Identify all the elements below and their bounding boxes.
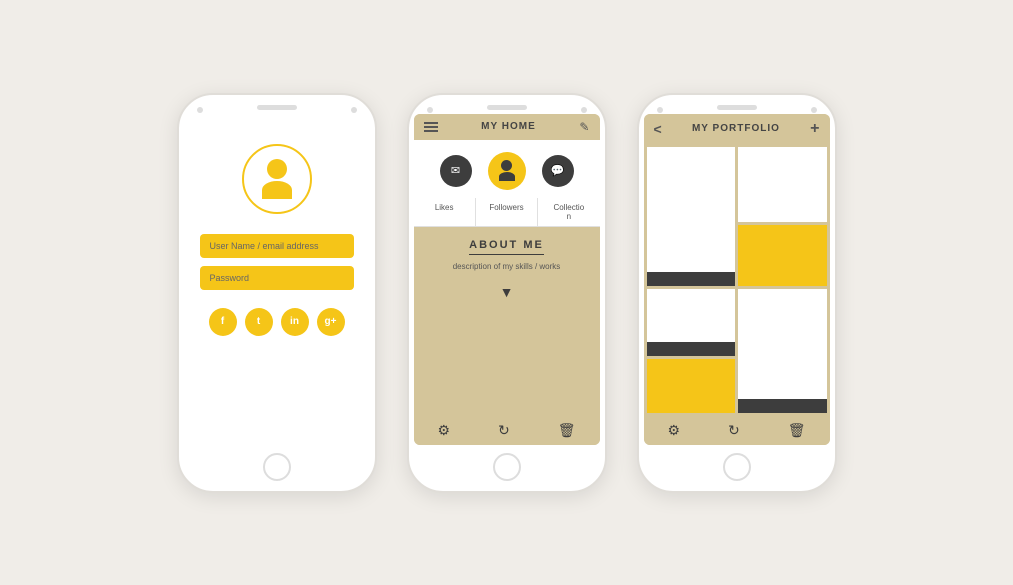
home-button-2[interactable] bbox=[493, 453, 521, 481]
portfolio-grid bbox=[644, 144, 830, 416]
phone-bottom-bar-2 bbox=[409, 445, 605, 491]
twitter-button[interactable]: t bbox=[245, 308, 273, 336]
about-title: ABOUT ME bbox=[469, 239, 544, 255]
add-button[interactable]: + bbox=[810, 120, 819, 138]
tabs-row: Likes Followers Collection bbox=[414, 198, 600, 227]
grid-item-4 bbox=[738, 289, 827, 413]
trash-icon[interactable]: 🗑 bbox=[558, 422, 576, 439]
grid-label-1 bbox=[647, 272, 736, 286]
about-desc: description of my skills / works bbox=[453, 261, 561, 272]
profile-section: ✉ 💬 bbox=[414, 140, 600, 198]
phone-speaker-2 bbox=[487, 105, 527, 110]
avatar-circle bbox=[242, 144, 312, 214]
avatar-person bbox=[262, 159, 292, 199]
hamburger-line bbox=[424, 130, 438, 132]
phone-home: MY HOME ✎ ✉ 💬 Likes Followers bbox=[407, 93, 607, 493]
phone-portfolio: < MY PORTFOLIO + bbox=[637, 93, 837, 493]
portfolio-header: < MY PORTFOLIO + bbox=[644, 114, 830, 144]
profile-head bbox=[501, 160, 512, 171]
hamburger-icon[interactable] bbox=[424, 122, 438, 132]
portfolio-refresh-icon[interactable]: ↻ bbox=[728, 422, 740, 439]
hamburger-line bbox=[424, 122, 438, 124]
grid-item-yellow-2 bbox=[647, 359, 736, 413]
username-input[interactable] bbox=[200, 234, 354, 258]
phone-dot-2 bbox=[427, 107, 433, 113]
portfolio-settings-icon[interactable]: ⚙ bbox=[667, 422, 680, 439]
grid-item-yellow-1 bbox=[738, 225, 827, 286]
phone-speaker-3 bbox=[717, 105, 757, 110]
profile-center-inner bbox=[499, 160, 515, 181]
social-icons-row: f t in g+ bbox=[209, 308, 345, 336]
profile-body bbox=[499, 172, 515, 181]
avatar-body bbox=[262, 181, 292, 199]
phone-camera bbox=[351, 107, 357, 113]
home-screen: MY HOME ✎ ✉ 💬 Likes Followers bbox=[414, 114, 600, 445]
message-button[interactable]: 💬 bbox=[542, 155, 574, 187]
facebook-button[interactable]: f bbox=[209, 308, 237, 336]
portfolio-title: MY PORTFOLIO bbox=[692, 123, 780, 134]
home-button-1[interactable] bbox=[263, 453, 291, 481]
phone-login: f t in g+ bbox=[177, 93, 377, 493]
tab-likes[interactable]: Likes bbox=[414, 198, 476, 226]
phone-camera-3 bbox=[811, 107, 817, 113]
settings-icon[interactable]: ⚙ bbox=[437, 422, 450, 439]
hamburger-line bbox=[424, 126, 438, 128]
back-button[interactable]: < bbox=[654, 121, 662, 137]
tab-collection[interactable]: Collection bbox=[538, 198, 599, 226]
phone-camera-2 bbox=[581, 107, 587, 113]
mail-button[interactable]: ✉ bbox=[440, 155, 472, 187]
portfolio-screen: < MY PORTFOLIO + bbox=[644, 114, 830, 445]
password-input[interactable] bbox=[200, 266, 354, 290]
grid-label-3 bbox=[647, 342, 736, 356]
phone-dot-3 bbox=[657, 107, 663, 113]
home-title: MY HOME bbox=[481, 121, 536, 132]
portfolio-bottom-toolbar: ⚙ ↻ 🗑 bbox=[644, 416, 830, 445]
phones-container: f t in g+ MY HOME ✎ bbox=[157, 73, 857, 513]
home-button-3[interactable] bbox=[723, 453, 751, 481]
grid-label-4 bbox=[738, 399, 827, 413]
phone-top-bar bbox=[179, 95, 375, 114]
phone-bottom-bar-3 bbox=[639, 445, 835, 491]
down-arrow-icon: ▼ bbox=[500, 284, 514, 300]
grid-item-3 bbox=[647, 289, 736, 357]
google-button[interactable]: g+ bbox=[317, 308, 345, 336]
profile-center-button[interactable] bbox=[488, 152, 526, 190]
portfolio-trash-icon[interactable]: 🗑 bbox=[788, 422, 806, 439]
phone-dot bbox=[197, 107, 203, 113]
phone-bottom-bar-1 bbox=[179, 445, 375, 491]
grid-item-2 bbox=[738, 147, 827, 222]
refresh-icon[interactable]: ↻ bbox=[498, 422, 510, 439]
about-section: ABOUT ME description of my skills / work… bbox=[414, 227, 600, 416]
edit-icon[interactable]: ✎ bbox=[579, 120, 589, 134]
phone-top-bar-3 bbox=[639, 95, 835, 114]
tab-followers[interactable]: Followers bbox=[476, 198, 538, 226]
profile-icons-row: ✉ 💬 bbox=[440, 152, 574, 190]
phone-top-bar-2 bbox=[409, 95, 605, 114]
home-bottom-toolbar: ⚙ ↻ 🗑 bbox=[414, 416, 600, 445]
login-screen: f t in g+ bbox=[184, 114, 370, 445]
avatar-head bbox=[267, 159, 287, 179]
phone-speaker bbox=[257, 105, 297, 110]
linkedin-button[interactable]: in bbox=[281, 308, 309, 336]
grid-item-1 bbox=[647, 147, 736, 286]
app-header: MY HOME ✎ bbox=[414, 114, 600, 140]
